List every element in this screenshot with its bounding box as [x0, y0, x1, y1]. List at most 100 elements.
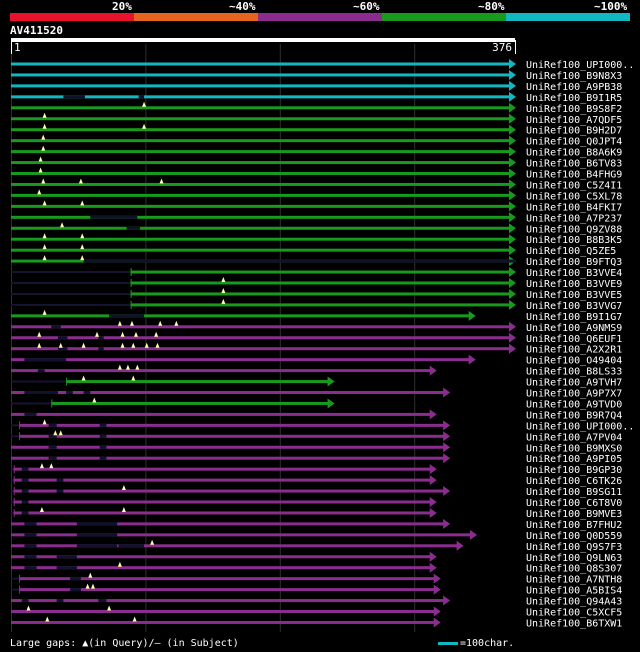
query-gap-marker: [42, 419, 47, 425]
hit-label[interactable]: UniRef100_C5XL78: [526, 191, 622, 202]
query-gap-marker: [58, 430, 63, 436]
hit-label[interactable]: UniRef100_B3VVG7: [526, 301, 622, 312]
hit-label[interactable]: UniRef100_Q9LN63: [526, 553, 622, 564]
hit-label[interactable]: UniRef100_A9P7X7: [526, 389, 622, 400]
hit-arrow: [509, 343, 516, 354]
subject-gap: [56, 599, 64, 603]
hit-label[interactable]: UniRef100_Q0D559: [526, 531, 622, 542]
hit-label[interactable]: UniRef100_B9H2D7: [526, 126, 622, 137]
query-gap-marker: [155, 342, 160, 348]
hit-arrow: [443, 486, 451, 497]
hit-arrow: [433, 573, 441, 584]
subject-gap: [24, 544, 37, 548]
hit-arrow: [509, 332, 516, 343]
query-gap-marker: [42, 255, 47, 261]
hit-label[interactable]: UniRef100_UPI000..: [526, 60, 634, 71]
hit-label[interactable]: UniRef100_A9NMS9: [526, 323, 622, 334]
hit-bar: [11, 620, 436, 624]
query-gap-marker: [42, 233, 47, 239]
query-gap-marker: [37, 342, 42, 348]
subject-gap: [98, 347, 104, 351]
hit-label[interactable]: UniRef100_B7FHU2: [526, 520, 622, 531]
hit-label[interactable]: UniRef100_B9I1G7: [526, 312, 622, 323]
query-gap-marker: [37, 189, 42, 195]
hit-bar: [11, 150, 511, 154]
hit-label[interactable]: UniRef100_B8B3K5: [526, 235, 622, 246]
gap-legend: Large gaps: ▲(in Query)/– (in Subject): [10, 638, 239, 649]
hit-bar: [130, 281, 511, 285]
hit-label[interactable]: UniRef100_B8LS33: [526, 367, 622, 378]
hit-label[interactable]: UniRef100_A7QDF5: [526, 115, 622, 126]
hit-label[interactable]: UniRef100_B9MXS0: [526, 443, 622, 454]
scale-bar: [438, 641, 458, 645]
query-gap-marker: [38, 167, 43, 173]
hit-label[interactable]: UniRef100_B8A6K9: [526, 148, 622, 159]
hit-arrow: [429, 497, 437, 507]
hit-label[interactable]: UniRef100_Q6EUF1: [526, 334, 622, 345]
query-gap-marker: [42, 244, 47, 250]
hit-bar: [11, 358, 471, 362]
hit-label[interactable]: UniRef100_A7NTH8: [526, 575, 622, 586]
hit-bar: [11, 117, 511, 121]
hit-label[interactable]: UniRef100_B9SG11: [526, 487, 622, 498]
hit-label[interactable]: UniRef100_C5XCF5: [526, 608, 622, 619]
hit-label[interactable]: UniRef100_A5BIS4: [526, 586, 622, 597]
hit-arrow: [509, 59, 516, 69]
query-gap-marker: [85, 583, 90, 589]
hit-bar: [11, 73, 511, 77]
hit-arrow: [509, 190, 516, 201]
hit-label[interactable]: UniRef100_Q5ZE5: [526, 246, 616, 257]
hit-label[interactable]: UniRef100_A9PI05: [526, 454, 622, 465]
hit-label[interactable]: UniRef100_Q0JPT4: [526, 137, 622, 148]
hit-label[interactable]: UniRef100_B3VVE5: [526, 290, 622, 301]
query-gap-marker: [117, 364, 122, 370]
hit-bar: [130, 270, 511, 274]
hit-bar: [11, 610, 436, 613]
hit-label[interactable]: UniRef100_B9N8X3: [526, 71, 622, 82]
hit-label[interactable]: UniRef100_B9I1R5: [526, 93, 622, 104]
query-gap-marker: [158, 320, 163, 326]
query-gap-marker: [133, 331, 138, 337]
hit-label[interactable]: UniRef100_B3VVE4: [526, 268, 622, 279]
hit-label[interactable]: UniRef100_B9S8F2: [526, 104, 622, 115]
hit-label[interactable]: UniRef100_C6T8V0: [526, 498, 622, 509]
hit-label[interactable]: UniRef100_Q9S7F3: [526, 542, 622, 553]
hit-label[interactable]: UniRef100_B4FKI7: [526, 202, 622, 213]
hit-label[interactable]: UniRef100_B6TXW1: [526, 618, 622, 629]
hit-label[interactable]: UniRef100_O49404: [526, 356, 622, 367]
query-gap-marker: [42, 112, 47, 118]
hit-label[interactable]: UniRef100_A2X2R1: [526, 345, 622, 356]
subject-gap: [21, 478, 29, 482]
hit-label[interactable]: UniRef100_B3VVE9: [526, 279, 622, 290]
hit-label[interactable]: UniRef100_A7P237: [526, 213, 622, 224]
hit-bar: [11, 347, 511, 351]
hit-bar: [130, 292, 511, 296]
hit-bar: [11, 522, 446, 526]
query-gap-marker: [117, 320, 122, 326]
scale-text: =100char.: [460, 638, 515, 649]
subject-gap: [24, 555, 37, 559]
hit-label[interactable]: UniRef100_B4FHG9: [526, 170, 622, 181]
hit-label[interactable]: UniRef100_Q9ZV88: [526, 224, 622, 235]
hit-arrow: [509, 234, 516, 245]
hit-label[interactable]: UniRef100_B9GP30: [526, 465, 622, 476]
hit-arrow: [429, 562, 437, 573]
hit-label[interactable]: UniRef100_Q8S307: [526, 564, 622, 575]
hit-label[interactable]: UniRef100_A9TVH7: [526, 378, 622, 389]
hit-label[interactable]: UniRef100_A7PV04: [526, 432, 622, 443]
hit-label[interactable]: UniRef100_B9MVE3: [526, 509, 622, 520]
query-gap-marker: [95, 331, 100, 337]
subject-gap: [24, 358, 67, 362]
hit-label[interactable]: UniRef100_UPI000..: [526, 421, 634, 432]
subject-gap: [99, 434, 107, 438]
subject-gap: [48, 456, 57, 460]
hit-bar: [11, 172, 511, 175]
hit-label[interactable]: UniRef100_Q94A43: [526, 597, 622, 608]
hit-label[interactable]: UniRef100_B6TV83: [526, 159, 622, 170]
hit-label[interactable]: UniRef100_C6TK26: [526, 476, 622, 487]
hit-label[interactable]: UniRef100_B9R7Q4: [526, 410, 622, 421]
hit-label[interactable]: UniRef100_A9PB38: [526, 82, 622, 93]
hit-label[interactable]: UniRef100_B9FTQ3: [526, 257, 622, 268]
hit-label[interactable]: UniRef100_A9TVD0: [526, 399, 622, 410]
hit-label[interactable]: UniRef100_C5Z4I1: [526, 180, 622, 191]
